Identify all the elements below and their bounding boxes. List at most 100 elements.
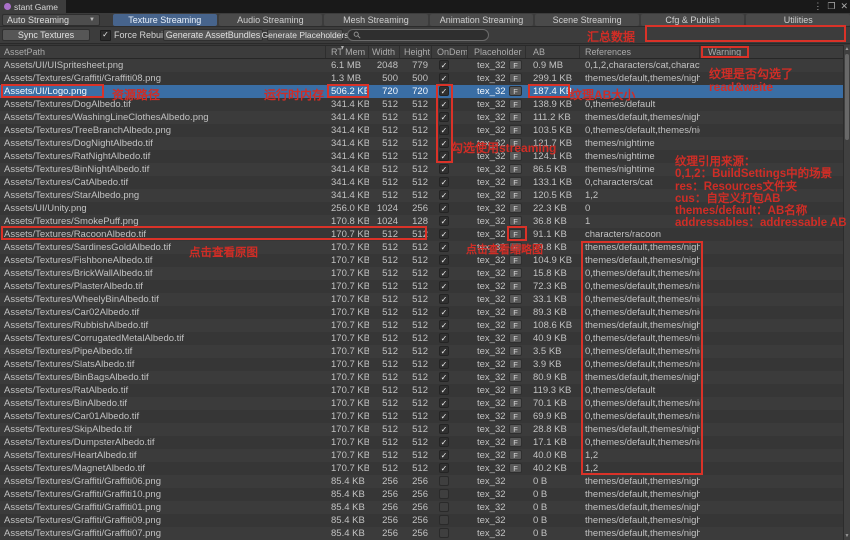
- asset-path-cell[interactable]: Assets/Textures/StarAlbedo.png: [0, 189, 326, 202]
- format-button[interactable]: F: [509, 86, 522, 96]
- table-row[interactable]: Assets/Textures/Graffiti/Graffiti09.png8…: [0, 514, 843, 527]
- table-row[interactable]: Assets/Textures/SkipAlbedo.tif170.7 KB51…: [0, 423, 843, 436]
- table-row[interactable]: Assets/Textures/Graffiti/Graffiti08.png1…: [0, 72, 843, 85]
- ondem-checkbox-checked[interactable]: ✓: [439, 359, 449, 369]
- window-close-icon[interactable]: ✕: [840, 1, 848, 12]
- ondem-checkbox-checked[interactable]: ✓: [439, 450, 449, 460]
- search-field[interactable]: [347, 29, 489, 41]
- asset-path-cell[interactable]: Assets/UI/Unity.png: [0, 202, 326, 215]
- ondem-checkbox-checked[interactable]: ✓: [439, 385, 449, 395]
- format-button[interactable]: F: [509, 151, 522, 161]
- asset-path-cell[interactable]: Assets/Textures/DumpsterAlbedo.tif: [0, 436, 326, 449]
- format-button[interactable]: F: [509, 411, 522, 421]
- table-row[interactable]: Assets/UI/Unity.png256.0 KB1024256✓tex_3…: [0, 202, 843, 215]
- vertical-scrollbar[interactable]: ▲ ▼: [843, 45, 850, 540]
- asset-path-cell[interactable]: Assets/Textures/PlasterAlbedo.tif: [0, 280, 326, 293]
- format-button[interactable]: F: [509, 450, 522, 460]
- format-button[interactable]: F: [509, 424, 522, 434]
- format-button[interactable]: F: [509, 333, 522, 343]
- format-button[interactable]: F: [509, 177, 522, 187]
- generate-placeholders-button[interactable]: Generate Placeholders: [267, 29, 343, 41]
- asset-path-cell[interactable]: Assets/Textures/Graffiti/Graffiti10.png: [0, 488, 326, 501]
- format-button[interactable]: F: [509, 216, 522, 226]
- table-row[interactable]: Assets/Textures/WheelyBinAlbedo.tif170.7…: [0, 293, 843, 306]
- table-row[interactable]: Assets/Textures/SardinesGoldAlbedo.tif17…: [0, 241, 843, 254]
- format-button[interactable]: F: [509, 320, 522, 330]
- asset-path-cell[interactable]: Assets/Textures/RubbishAlbedo.tif: [0, 319, 326, 332]
- window-tab[interactable]: stant Game: [0, 0, 66, 13]
- ondem-checkbox-checked[interactable]: ✓: [439, 255, 449, 265]
- format-button[interactable]: F: [509, 307, 522, 317]
- tab-cfg-publish[interactable]: Cfg & Publish: [641, 14, 745, 26]
- table-row[interactable]: Assets/Textures/Car01Albedo.tif170.7 KB5…: [0, 410, 843, 423]
- asset-path-cell[interactable]: Assets/Textures/FishboneAlbedo.tif: [0, 254, 326, 267]
- format-button[interactable]: F: [509, 229, 522, 239]
- ondem-checkbox-unchecked[interactable]: [439, 502, 449, 512]
- table-row[interactable]: Assets/Textures/Graffiti/Graffiti10.png8…: [0, 488, 843, 501]
- ondem-checkbox-checked[interactable]: ✓: [439, 463, 449, 473]
- table-row[interactable]: Assets/Textures/BinNightAlbedo.tif341.4 …: [0, 163, 843, 176]
- ondem-checkbox-unchecked[interactable]: [439, 528, 449, 538]
- ondem-checkbox-checked[interactable]: ✓: [439, 112, 449, 122]
- asset-path-cell[interactable]: Assets/Textures/TreeBranchAlbedo.png: [0, 124, 326, 137]
- asset-path-cell[interactable]: Assets/Textures/CatAlbedo.tif: [0, 176, 326, 189]
- ondem-checkbox-checked[interactable]: ✓: [439, 398, 449, 408]
- format-button[interactable]: F: [509, 99, 522, 109]
- tab-utilities[interactable]: Utilities: [746, 14, 850, 26]
- ondem-checkbox-checked[interactable]: ✓: [439, 411, 449, 421]
- asset-path-cell[interactable]: Assets/Textures/Graffiti/Graffiti01.png: [0, 501, 326, 514]
- table-row[interactable]: Assets/Textures/FishboneAlbedo.tif170.7 …: [0, 254, 843, 267]
- sync-textures-button[interactable]: Sync Textures: [2, 29, 90, 41]
- format-button[interactable]: F: [509, 281, 522, 291]
- asset-path-cell[interactable]: Assets/Textures/Graffiti/Graffiti07.png: [0, 527, 326, 540]
- column-height[interactable]: Height: [400, 46, 432, 58]
- ondem-checkbox-checked[interactable]: ✓: [439, 99, 449, 109]
- table-row[interactable]: Assets/Textures/PlasterAlbedo.tif170.7 K…: [0, 280, 843, 293]
- ondem-checkbox-checked[interactable]: ✓: [439, 125, 449, 135]
- table-row[interactable]: Assets/Textures/RatNightAlbedo.tif341.4 …: [0, 150, 843, 163]
- scroll-up-icon[interactable]: ▲: [844, 46, 850, 52]
- asset-path-cell[interactable]: Assets/Textures/Car02Albedo.tif: [0, 306, 326, 319]
- format-button[interactable]: F: [509, 60, 522, 70]
- ondem-checkbox-checked[interactable]: ✓: [439, 320, 449, 330]
- format-button[interactable]: F: [509, 359, 522, 369]
- window-maximize-icon[interactable]: ❐: [827, 1, 835, 12]
- format-button[interactable]: F: [509, 190, 522, 200]
- ondem-checkbox-checked[interactable]: ✓: [439, 190, 449, 200]
- asset-path-cell[interactable]: Assets/Textures/MagnetAlbedo.tif: [0, 462, 326, 475]
- ondem-checkbox-unchecked[interactable]: [439, 476, 449, 486]
- force-rebuild-toggle[interactable]: ✓ Force Rebuild: [100, 29, 170, 41]
- asset-path-cell[interactable]: Assets/Textures/RacoonAlbedo.tif: [0, 228, 326, 241]
- ondem-checkbox-checked[interactable]: ✓: [439, 203, 449, 213]
- format-button[interactable]: F: [509, 294, 522, 304]
- table-row[interactable]: Assets/UI/Logo.png506.2 KB720720✓tex_32F…: [0, 85, 843, 98]
- ondem-checkbox-checked[interactable]: ✓: [439, 177, 449, 187]
- table-row[interactable]: Assets/Textures/BrickWallAlbedo.tif170.7…: [0, 267, 843, 280]
- table-row[interactable]: Assets/Textures/CatAlbedo.tif341.4 KB512…: [0, 176, 843, 189]
- format-button[interactable]: F: [509, 125, 522, 135]
- asset-path-cell[interactable]: Assets/Textures/SardinesGoldAlbedo.tif: [0, 241, 326, 254]
- ondem-checkbox-checked[interactable]: ✓: [439, 307, 449, 317]
- format-button[interactable]: F: [509, 437, 522, 447]
- format-button[interactable]: F: [509, 112, 522, 122]
- tab-audio-streaming[interactable]: Audio Streaming: [219, 14, 323, 26]
- ondem-checkbox-checked[interactable]: ✓: [439, 294, 449, 304]
- asset-path-cell[interactable]: Assets/Textures/Graffiti/Graffiti06.png: [0, 475, 326, 488]
- ondem-checkbox-checked[interactable]: ✓: [439, 73, 449, 83]
- column-placeholder[interactable]: Placeholder: [468, 46, 526, 58]
- table-row[interactable]: Assets/Textures/CorrugatedMetalAlbedo.ti…: [0, 332, 843, 345]
- asset-path-cell[interactable]: Assets/Textures/HeartAlbedo.tif: [0, 449, 326, 462]
- table-row[interactable]: Assets/Textures/MagnetAlbedo.tif170.7 KB…: [0, 462, 843, 475]
- format-button[interactable]: F: [509, 463, 522, 473]
- column-warning[interactable]: Warning: [700, 46, 843, 58]
- table-row[interactable]: Assets/Textures/TreeBranchAlbedo.png341.…: [0, 124, 843, 137]
- asset-path-cell[interactable]: Assets/Textures/SmokePuff.png: [0, 215, 326, 228]
- asset-path-cell[interactable]: Assets/Textures/WashingLineClothesAlbedo…: [0, 111, 326, 124]
- asset-path-cell[interactable]: Assets/Textures/SkipAlbedo.tif: [0, 423, 326, 436]
- asset-path-cell[interactable]: Assets/Textures/SlatsAlbedo.tif: [0, 358, 326, 371]
- asset-path-cell[interactable]: Assets/Textures/BinNightAlbedo.tif: [0, 163, 326, 176]
- ondem-checkbox-checked[interactable]: ✓: [439, 437, 449, 447]
- ondem-checkbox-checked[interactable]: ✓: [439, 268, 449, 278]
- asset-path-cell[interactable]: Assets/UI/UISpritesheet.png: [0, 59, 326, 72]
- tab-animation-streaming[interactable]: Animation Streaming: [430, 14, 534, 26]
